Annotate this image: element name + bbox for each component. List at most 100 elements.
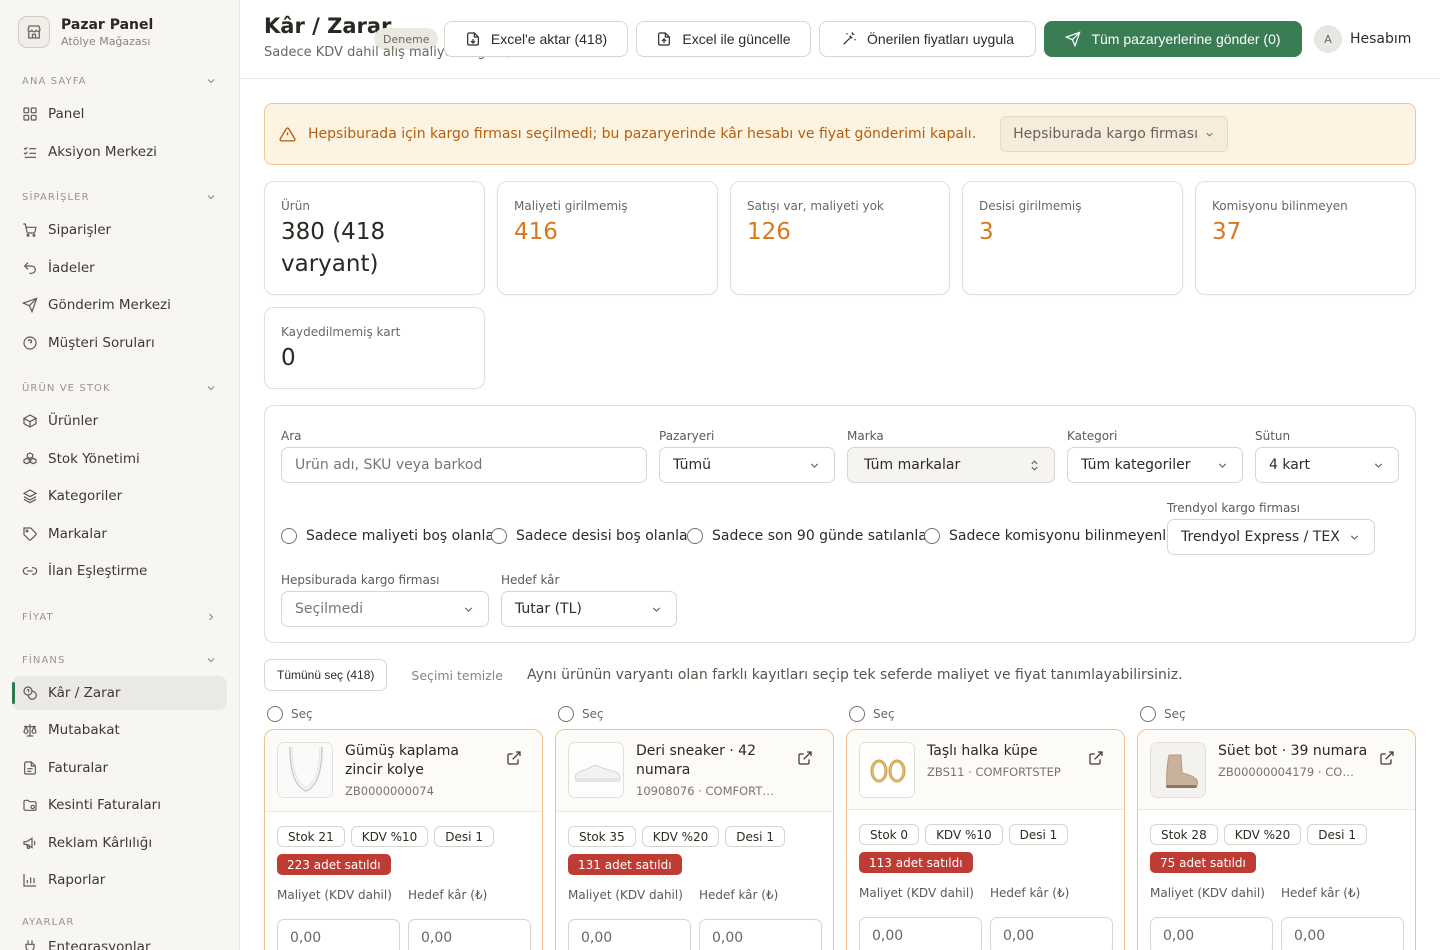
sidebar-item-ilan-eslestirme[interactable]: İlan Eşleştirme: [12, 554, 227, 588]
checkbox-circle[interactable]: [267, 706, 283, 722]
sidebar-item-panel[interactable]: Panel: [12, 97, 227, 131]
card-select-checkbox[interactable]: Seç: [558, 706, 604, 722]
clear-selection-button[interactable]: Seçimi temizle: [411, 668, 503, 683]
sidebar-item-markalar[interactable]: Markalar: [12, 517, 227, 551]
sidebar-item-entegrasyonlar[interactable]: Entegrasyonlar: [12, 930, 227, 950]
checkbox-circle[interactable]: [281, 528, 297, 544]
update-excel-button[interactable]: Excel ile güncelle: [636, 21, 811, 57]
sidebar-item-label: Siparişler: [48, 222, 112, 238]
sidebar-item-gonderim-merkezi[interactable]: Gönderim Merkezi: [12, 288, 227, 322]
product-thumbnail-earrings[interactable]: [859, 742, 915, 798]
brand[interactable]: Pazar Panel Atölye Mağazası: [18, 16, 153, 48]
section-finans[interactable]: FİNANS: [22, 653, 217, 667]
cost-input[interactable]: 0,00: [859, 917, 982, 950]
store-icon: [18, 16, 50, 48]
target-profit-input[interactable]: 0,00: [1281, 917, 1404, 950]
select-all-button[interactable]: Tümünü seç (418): [264, 659, 388, 691]
brand-select[interactable]: Tüm markalar: [847, 447, 1055, 483]
columns-select[interactable]: 4 kart: [1255, 447, 1399, 483]
target-profit-input[interactable]: 0,00: [699, 919, 822, 950]
card-select-checkbox[interactable]: Seç: [267, 706, 313, 722]
checkbox-circle[interactable]: [687, 528, 703, 544]
checkbox-circle[interactable]: [849, 706, 865, 722]
section-ana-sayfa[interactable]: ANA SAYFA: [22, 74, 217, 88]
product-thumbnail-boot[interactable]: [1150, 742, 1206, 798]
stat-card-missing-desi[interactable]: Desisi girilmemiş 3: [962, 181, 1183, 295]
product-thumbnail-sneaker[interactable]: [568, 742, 624, 798]
hepsiburada-cargo-select[interactable]: Hepsiburada kargo firması: [1000, 116, 1228, 152]
sold-badge: 113 adet satıldı: [859, 852, 973, 873]
cost-input[interactable]: 0,00: [277, 919, 400, 950]
product-name: Taşlı halka küpe: [927, 743, 1038, 759]
external-link-icon[interactable]: [1379, 750, 1395, 766]
checkbox-label: Sadece maliyeti boş olanlar: [306, 528, 500, 544]
hb-cargo-select[interactable]: Seçilmedi: [281, 591, 489, 627]
sidebar-item-raporlar[interactable]: Raporlar: [12, 863, 227, 897]
stat-card-unknown-commission[interactable]: Komisyonu bilinmeyen 37: [1195, 181, 1416, 295]
sidebar-item-kar-zarar[interactable]: Kâr / Zarar: [12, 676, 227, 710]
product-name: Gümüş kaplama zincir kolye: [345, 743, 459, 778]
section-urun-ve-stok[interactable]: ÜRÜN VE STOK: [22, 381, 217, 395]
section-ayarlar[interactable]: AYARLAR: [22, 915, 217, 929]
brand-name: Pazar Panel: [61, 16, 154, 33]
vat-chip: KDV %20: [1223, 824, 1302, 845]
search-input[interactable]: [281, 447, 647, 483]
target-profit-input[interactable]: 0,00: [408, 919, 531, 950]
trendyol-cargo-select[interactable]: Trendyol Express / TEX: [1167, 519, 1375, 555]
card-select-checkbox[interactable]: Seç: [849, 706, 895, 722]
marketplace-select[interactable]: Tümü: [659, 447, 835, 483]
boxes-icon: [23, 452, 37, 465]
sidebar-item-aksiyon-merkezi[interactable]: Aksiyon Merkezi: [12, 135, 227, 169]
stat-card-missing-cost[interactable]: Maliyeti girilmemiş 416: [497, 181, 718, 295]
send-all-marketplaces-button[interactable]: Tüm pazaryerlerine gönder (0): [1044, 21, 1302, 57]
sidebar-item-stok-yonetimi[interactable]: Stok Yönetimi: [12, 442, 227, 476]
columns-value: 4 kart: [1269, 457, 1311, 473]
chevron-down-icon: [464, 606, 473, 612]
sidebar-item-mutabakat[interactable]: Mutabakat: [12, 713, 227, 747]
warning-icon: [279, 126, 296, 142]
sidebar-item-label: Gönderim Merkezi: [48, 297, 171, 313]
stat-card-sales-no-cost[interactable]: Satışı var, maliyeti yok 126: [730, 181, 950, 295]
account-menu[interactable]: A Hesabım: [1314, 25, 1411, 53]
checkbox-circle[interactable]: [1140, 706, 1156, 722]
card-select-checkbox[interactable]: Seç: [1140, 706, 1186, 722]
checkbox-circle[interactable]: [491, 528, 507, 544]
sidebar-item-urunler[interactable]: Ürünler: [12, 404, 227, 438]
apply-suggested-prices-button[interactable]: Önerilen fiyatları uygula: [819, 21, 1036, 57]
sidebar-item-iadeler[interactable]: İadeler: [12, 251, 227, 285]
cost-input[interactable]: 0,00: [568, 919, 691, 950]
cost-input[interactable]: 0,00: [1150, 917, 1273, 950]
apply-suggested-prices-label: Önerilen fiyatları uygula: [866, 31, 1015, 47]
checkbox-circle[interactable]: [924, 528, 940, 544]
category-label: Kategori: [1067, 429, 1118, 443]
sidebar-item-siparisler[interactable]: Siparişler: [12, 213, 227, 247]
sidebar-item-kategoriler[interactable]: Kategoriler: [12, 479, 227, 513]
category-select[interactable]: Tüm kategoriler: [1067, 447, 1243, 483]
external-link-icon[interactable]: [506, 750, 522, 766]
sidebar-item-musteri-sorulari[interactable]: Müşteri Soruları: [12, 326, 227, 360]
sidebar-item-label: Faturalar: [48, 760, 109, 776]
desi-chip: Desi 1: [1307, 824, 1367, 845]
chevron-right-icon: [209, 613, 214, 621]
external-link-icon[interactable]: [1088, 750, 1104, 766]
product-name: Süet bot · 39 numara: [1218, 743, 1368, 759]
product-thumbnail-necklace[interactable]: [277, 742, 333, 798]
export-excel-button[interactable]: Excel'e aktar (418): [444, 21, 628, 57]
sidebar-item-faturalar[interactable]: Faturalar: [12, 751, 227, 785]
vat-chip: KDV %10: [350, 826, 429, 847]
main-content: Kâr / Zarar Deneme Sadece KDV dahil alış…: [240, 0, 1440, 950]
checkbox-circle[interactable]: [558, 706, 574, 722]
target-profit-select[interactable]: Tutar (TL): [501, 591, 677, 627]
section-fiyat[interactable]: FİYAT: [22, 610, 217, 624]
external-link-icon[interactable]: [797, 750, 813, 766]
filter-empty-cost-checkbox[interactable]: Sadece maliyeti boş olanlar: [281, 528, 500, 544]
section-siparisler[interactable]: SİPARİŞLER: [22, 190, 217, 204]
filter-sold-last-90-checkbox[interactable]: Sadece son 90 günde satılanlar: [687, 528, 933, 544]
marketplace-label: Pazaryeri: [659, 429, 715, 443]
sidebar-item-reklam-karliligi[interactable]: Reklam Kârlılığı: [12, 826, 227, 860]
sidebar-item-kesinti-faturalari[interactable]: Kesinti Faturaları: [12, 788, 227, 822]
target-profit-input[interactable]: 0,00: [990, 917, 1113, 950]
filter-unknown-commission-checkbox[interactable]: Sadece komisyonu bilinmeyenler: [924, 528, 1180, 544]
file-icon: [24, 761, 36, 775]
filter-empty-desi-checkbox[interactable]: Sadece desisi boş olanlar: [491, 528, 693, 544]
